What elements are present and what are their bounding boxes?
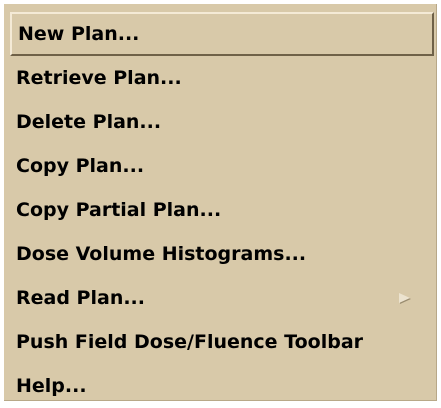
submenu-arrow-icon	[399, 293, 410, 303]
menu-item-delete-plan[interactable]: Delete Plan...	[10, 100, 434, 144]
menu-item-dose-volume-histograms[interactable]: Dose Volume Histograms...	[10, 232, 434, 276]
menu-item-label: Push Field Dose/Fluence Toolbar	[16, 331, 364, 353]
menu-item-label: Copy Plan...	[16, 155, 145, 177]
menu-item-label: Dose Volume Histograms...	[16, 243, 307, 265]
menu-item-push-field-dose-fluence-toolbar[interactable]: Push Field Dose/Fluence Toolbar	[10, 320, 434, 364]
menu-item-label: Help...	[16, 375, 87, 397]
menu-item-label: Retrieve Plan...	[16, 67, 182, 89]
menu-item-copy-partial-plan[interactable]: Copy Partial Plan...	[10, 188, 434, 232]
menu-item-retrieve-plan[interactable]: Retrieve Plan...	[10, 56, 434, 100]
menu-item-label: Read Plan...	[16, 287, 145, 309]
plan-menu: New Plan... Retrieve Plan... Delete Plan…	[4, 4, 437, 401]
menu-item-label: Delete Plan...	[16, 111, 162, 133]
menu-item-help[interactable]: Help...	[10, 364, 434, 408]
menu-item-new-plan[interactable]: New Plan...	[10, 12, 434, 56]
menu-item-read-plan[interactable]: Read Plan...	[10, 276, 434, 320]
menu-item-label: New Plan...	[18, 23, 140, 45]
menu-item-copy-plan[interactable]: Copy Plan...	[10, 144, 434, 188]
menu-item-label: Copy Partial Plan...	[16, 199, 222, 221]
